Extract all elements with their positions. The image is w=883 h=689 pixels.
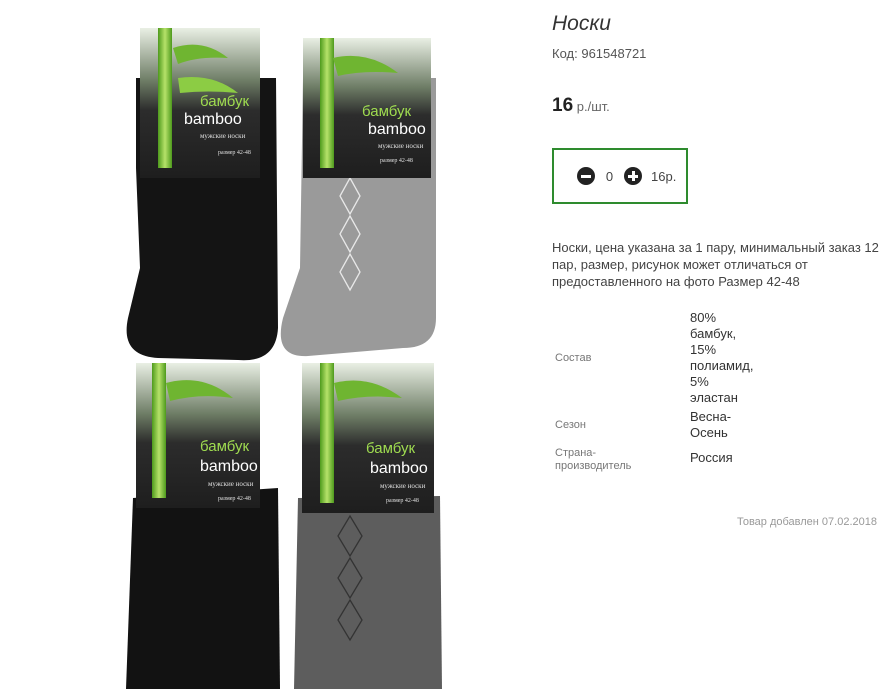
sock-label-ru: бамбук — [366, 440, 415, 457]
product-title: Носки — [552, 12, 611, 35]
sock-label-sub: мужские носки — [200, 132, 246, 140]
added-date: Товар добавлен 07.02.2018 — [736, 516, 877, 528]
sock-label-size: размер 42-48 — [380, 158, 413, 164]
property-label: Состав — [555, 351, 592, 364]
property-row-composition: Состав 80% бамбук, 15% полиамид, 5% элас… — [552, 310, 877, 406]
product-info: Носки Код: 961548721 16 р./шт. 0 16р. Но… — [552, 10, 879, 528]
sock-label: бамбук bamboo мужские носки размер 42-48 — [140, 28, 260, 178]
sock-label-en: bamboo — [200, 458, 258, 475]
property-value: 80% бамбук, 15% полиамид, 5% эластан — [690, 310, 754, 405]
product-description: Носки, цена указана за 1 пару, минимальн… — [552, 240, 879, 289]
property-label: Сезон — [555, 418, 586, 431]
price-unit: р./шт. — [576, 99, 610, 114]
product-price: 16 р./шт. — [552, 95, 877, 117]
sock-label-ru: бамбук — [200, 438, 249, 455]
sock-light-grey-top-right: бамбук bamboo мужские носки размер 42-48 — [280, 38, 436, 357]
property-label: Страна-производитель — [555, 447, 632, 472]
sock-label-size: размер 42-48 — [218, 496, 251, 502]
sock-dark-grey-bottom-right: бамбук bamboo мужские носки размер 42-48 — [294, 363, 442, 689]
sock-label-size: размер 42-48 — [218, 150, 251, 156]
sock-label-en: bamboo — [368, 121, 426, 138]
product-photo[interactable]: бамбук bamboo мужские носки размер 42-48… — [118, 18, 453, 689]
minus-icon[interactable] — [577, 167, 595, 185]
sock-label-ru: бамбук — [200, 93, 249, 110]
price-value: 16 — [552, 95, 574, 116]
sock-label-ru: бамбук — [362, 103, 411, 120]
properties-table: Состав 80% бамбук, 15% полиамид, 5% элас… — [552, 310, 877, 473]
product-code: Код: 961548721 — [552, 46, 877, 61]
property-row-country: Страна-производитель Россия — [552, 447, 877, 473]
quantity-value[interactable]: 0 — [595, 169, 624, 184]
sock-label-size: размер 42-48 — [386, 498, 419, 504]
sock-label-sub: мужские носки — [380, 482, 426, 490]
sock-label-en: bamboo — [370, 460, 428, 477]
sock-label-sub: мужские носки — [208, 480, 254, 488]
quantity-box: 0 16р. — [552, 148, 688, 204]
sock-label-en: bamboo — [184, 111, 242, 128]
property-value: Россия — [690, 450, 733, 465]
sock-label: бамбук bamboo мужские носки размер 42-48 — [303, 38, 431, 178]
sock-label: бамбук bamboo мужские носки размер 42-48 — [136, 363, 260, 508]
plus-icon[interactable] — [624, 167, 642, 185]
product-code-value: 961548721 — [581, 46, 647, 61]
sock-black-top-left: бамбук bamboo мужские носки размер 42-48 — [126, 28, 278, 361]
sock-label: бамбук bamboo мужские носки размер 42-48 — [302, 363, 434, 513]
quantity-sum: 16р. — [651, 168, 677, 184]
property-row-season: Сезон Весна-Осень — [552, 409, 877, 441]
sock-black-bottom-left: бамбук bamboo мужские носки размер 42-48 — [126, 363, 280, 689]
product-code-label: Код: — [552, 46, 578, 61]
sock-label-sub: мужские носки — [378, 142, 424, 150]
property-value: Весна-Осень — [690, 409, 732, 440]
